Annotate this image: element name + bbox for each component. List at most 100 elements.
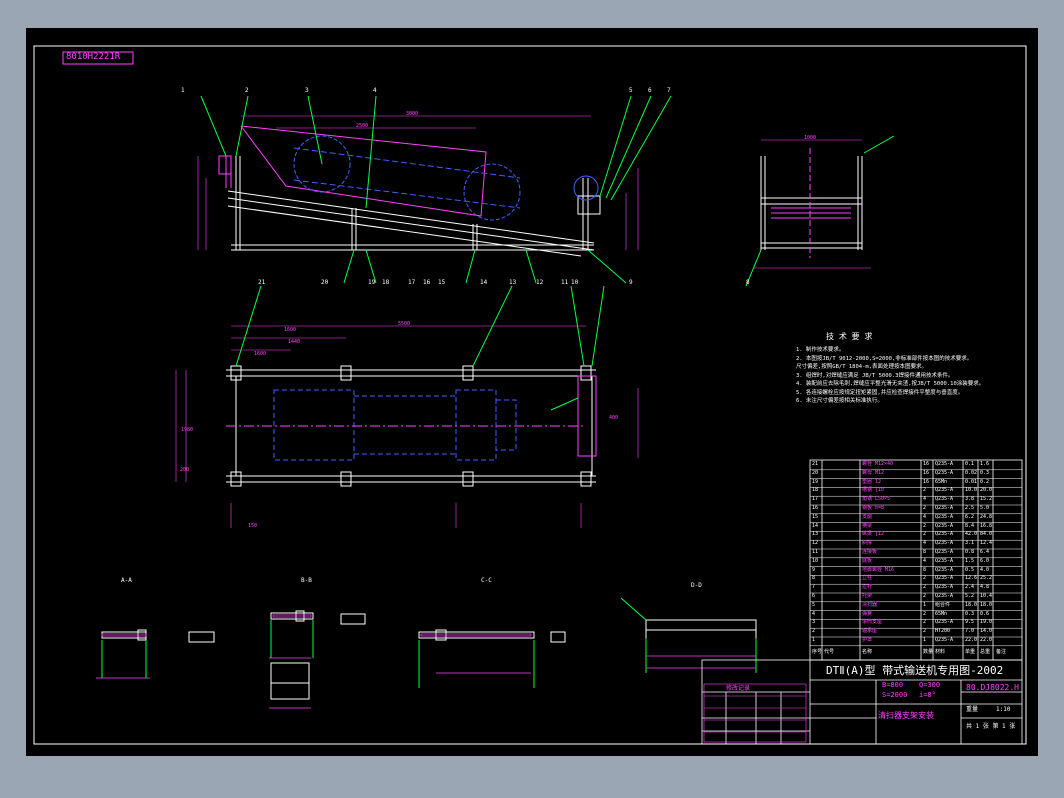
bom-cell: 4.8	[980, 584, 990, 591]
bom-cell: 22.0	[965, 637, 978, 643]
bom-cell: 护罩	[862, 637, 873, 643]
bom-cell: 2	[923, 610, 927, 617]
bom-cell: 轴承座	[862, 628, 878, 635]
bom-cell: 2	[923, 505, 927, 511]
bom-cell: 支腿	[862, 513, 873, 520]
bom-cell: 14	[812, 522, 819, 529]
bom-cell: 托架	[862, 593, 873, 599]
dimension-text: 150	[248, 523, 258, 529]
bom-cell: 84.0	[980, 531, 993, 538]
bom-cell: 6.4	[980, 549, 990, 555]
bom-cell: Q235-A	[935, 549, 954, 555]
front-elevation-magenta	[197, 115, 639, 250]
bom-cell: 弹簧	[862, 610, 873, 617]
bom-cell: 5	[812, 601, 816, 608]
bom-cell: 12.4	[980, 540, 993, 547]
part-callout: 6	[648, 87, 652, 94]
bom-cell: 1.5	[965, 557, 975, 564]
bom-header-cell: 数量	[923, 649, 934, 655]
bom-cell: Q235-A	[935, 540, 954, 547]
bom-cell: HT200	[935, 628, 951, 635]
bom-cell: Q235-A	[935, 566, 954, 573]
bom-cell: 6.0	[980, 557, 990, 564]
part-callout: 10	[571, 279, 579, 286]
bom-cell: 9.5	[965, 619, 975, 626]
bom-cell: 纵梁 [12	[862, 531, 885, 538]
bom-cell: 16	[812, 505, 819, 511]
part-callout: 16	[423, 279, 431, 286]
bom-cell: 4	[923, 496, 927, 503]
revision-heading: 修改记录	[726, 685, 751, 692]
bom-cell: 8	[812, 575, 816, 582]
section-b	[270, 610, 366, 700]
bom-cell: 0.6	[980, 610, 990, 617]
part-callout: 20	[321, 279, 329, 286]
bom-cell: 16	[923, 469, 930, 476]
bom-cell: 螺母 M12	[862, 469, 885, 476]
technical-notes: 1. 制作技术要求。 2. 本图按JB/T 9012-2000,S=2000,非标…	[796, 347, 1006, 408]
bom-cell: 17	[812, 496, 819, 503]
bom-cell: 18.0	[965, 601, 978, 608]
bom-cell: 4	[923, 557, 927, 564]
dimension-text: 400	[609, 415, 619, 421]
bom-cell: 滚筒支座	[862, 619, 883, 626]
bom-cell: 拉杆	[862, 584, 873, 591]
bom-cell: 钢板 δ=8	[862, 505, 885, 511]
bom-cell: 槽钢 [10	[862, 487, 885, 494]
title-main: DTⅡ(A)型 带式输送机专用图-2002	[826, 664, 1004, 677]
bom-cell: 8.4	[965, 522, 975, 529]
dimension-text: 1440	[288, 339, 301, 345]
part-callout: 1	[181, 87, 185, 94]
bom-header-cell: 单重	[965, 649, 976, 655]
bom-cell: 11	[812, 549, 819, 555]
bom-header-cell: 序号	[812, 649, 823, 655]
bom-cell: 65Mn	[935, 610, 948, 617]
sheet-label: 共 1 张 第 1 张	[966, 723, 1016, 730]
bom-cell: Q235-A	[935, 505, 954, 511]
title-code: 80.DJ8022.H	[966, 683, 1019, 692]
bom-cell: 8	[923, 549, 927, 555]
bom-cell: 16	[923, 478, 930, 485]
front-elevation-blue	[293, 135, 599, 221]
bom-cell: 7	[812, 584, 816, 591]
bom-cell: 2	[923, 531, 927, 538]
note-line: 1. 制作技术要求。	[796, 347, 845, 353]
part-callout: 7	[667, 87, 671, 94]
bom-cell: 5.2	[965, 593, 975, 599]
bom-cell: 3.8	[965, 496, 975, 503]
bom-cell: 4	[923, 540, 927, 547]
bom-cell: 连接板	[862, 549, 878, 555]
bom-cell: Q235-A	[935, 593, 954, 599]
bom-cell: Q235-A	[935, 513, 954, 520]
bom-cell: 2	[923, 522, 927, 529]
part-callout: 11	[561, 279, 569, 286]
section-d	[645, 619, 757, 640]
bom-cell: 5.0	[980, 505, 990, 511]
bom-header-cell: 总重	[980, 649, 991, 655]
note-line: 2. 本图按JB/T 9012-2000,S=2000,非标准部件按本图的技术要…	[796, 355, 973, 362]
sections-magenta	[96, 614, 756, 709]
cad-viewport[interactable]: 8010H2221R 技 术 要 求 1. 制作技术要求。 2. 本图按JB/T …	[26, 28, 1038, 756]
part-callout: 21	[258, 279, 266, 286]
bom-cell: Q235-A	[935, 469, 954, 476]
bom-cell: 2	[923, 584, 927, 591]
dimension-text: 3000	[406, 111, 419, 117]
revision-block	[703, 683, 807, 743]
dimension-text: 5500	[398, 321, 411, 327]
dimension-text: 2500	[356, 123, 369, 129]
bom-cell: 6	[812, 593, 816, 599]
bom-cell: 21	[812, 461, 819, 467]
note-line: 3. 组焊时,对焊缝应满足 JB/T 5000.3焊接件通用技术条件。	[796, 372, 954, 379]
bom-cell: 22.0	[980, 637, 993, 643]
bom-cell: 25.2	[980, 575, 993, 582]
part-callout: 17	[408, 279, 416, 286]
dimension-text: 1980	[181, 427, 194, 433]
part-callout: 12	[536, 279, 544, 286]
bom-cell: 2.5	[965, 505, 975, 511]
bom-cell: 12	[812, 540, 819, 547]
bom-cell: 清扫器	[862, 601, 878, 608]
bom-cell: 9	[812, 566, 816, 573]
bom-cell: 2	[812, 628, 816, 635]
bom-cell: 16.8	[980, 522, 993, 529]
bom-header-cell: 材料	[935, 649, 946, 655]
